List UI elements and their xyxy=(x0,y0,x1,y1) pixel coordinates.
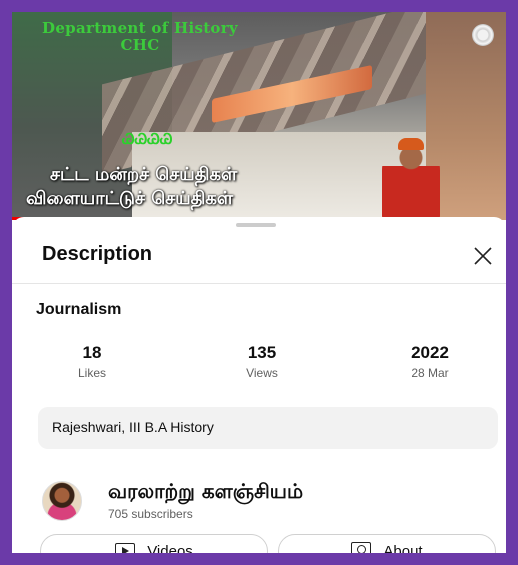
stat-likes-value: 18 xyxy=(82,343,102,362)
close-icon[interactable] xyxy=(468,241,498,271)
sheet-title: Description xyxy=(42,243,153,265)
channel-name[interactable]: வரலாற்று களஞ்சியம் xyxy=(108,479,303,506)
about-button-label: About xyxy=(383,542,423,554)
video-presenter-headwear xyxy=(398,138,424,150)
video-stats: 18 Likes 135 Views 2022 28 Mar xyxy=(12,343,506,389)
video-overlay-caption-line2: விளையாட்டுச் செய்திகள் xyxy=(26,188,234,209)
video-presenter xyxy=(382,144,440,220)
videos-button-label: Videos xyxy=(147,542,193,554)
stat-views-value: 135 xyxy=(247,343,277,362)
stat-views-label: Views xyxy=(246,366,278,380)
stat-date: 2022 28 Mar xyxy=(370,343,490,380)
stat-date-day: 28 Mar xyxy=(411,366,449,380)
stat-likes-label: Likes xyxy=(77,366,106,380)
avatar[interactable] xyxy=(42,481,82,521)
stat-date-year: 2022 xyxy=(411,343,449,362)
channel-subscriber-count: 705 subscribers xyxy=(108,507,193,521)
stat-likes: 18 Likes xyxy=(32,343,152,380)
video-overlay-green-scribble: ᏊᏊᏊᏊ xyxy=(122,130,173,148)
video-overlay-department-line1: Department of History xyxy=(42,19,238,37)
videos-button[interactable]: Videos xyxy=(40,534,268,553)
play-icon xyxy=(115,543,136,553)
description-sheet: Description Journalism 18 Likes 135 View… xyxy=(12,217,506,553)
video-overlay-department: Department of History CHC xyxy=(20,20,260,54)
video-overlay-department-line2: CHC xyxy=(120,36,160,54)
video-title: Journalism xyxy=(36,301,122,318)
divider xyxy=(12,283,506,284)
person-icon xyxy=(351,542,372,553)
video-overlay-caption-line1: சட்ட மன்றச் செய்திகள் xyxy=(50,164,238,185)
phone-screen: Department of History CHC ᏊᏊᏊᏊ சட்ட மன்ற… xyxy=(12,12,506,553)
channel-row[interactable]: வரலாற்று களஞ்சியம் 705 subscribers xyxy=(42,479,482,523)
drag-handle[interactable] xyxy=(236,223,276,227)
video-player[interactable]: Department of History CHC ᏊᏊᏊᏊ சட்ட மன்ற… xyxy=(12,12,506,220)
description-text-box: Rajeshwari, III B.A History xyxy=(38,407,498,449)
stat-views: 135 Views xyxy=(202,343,322,380)
channel-logo-watermark xyxy=(472,24,494,46)
about-button[interactable]: About xyxy=(278,534,496,553)
